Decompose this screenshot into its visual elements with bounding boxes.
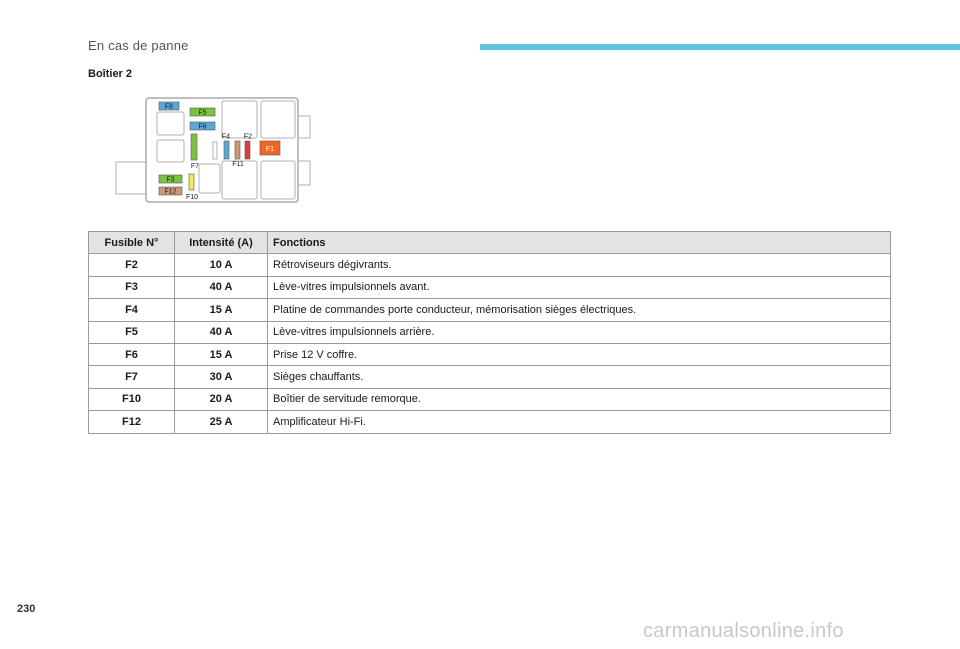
cell-function: Lève-vitres impulsionnels avant. [267,275,891,300]
table-row: F2 10 A Rétroviseurs dégivrants. [88,253,891,277]
fuse-box-diagram: F8 F5 F6 F7 F4 F11 F2 F1 F3 F12 F10 [115,97,311,203]
cell-intensity: 10 A [174,253,268,277]
table-row: F10 20 A Boîtier de servitude remorque. [88,387,891,412]
fuse-f2-label: F2 [244,134,252,141]
table-row: F12 25 A Amplificateur Hi-Fi. [88,410,891,434]
cell-intensity: 25 A [174,410,268,434]
cell-intensity: 40 A [174,320,268,344]
fuse-table: Fusible N° Intensité (A) Fonctions F2 10… [88,230,891,434]
watermark: carmanualsonline.info [643,620,844,642]
cell-fuse: F6 [88,342,175,367]
cell-fuse: F4 [88,298,175,322]
header-intensity: Intensité (A) [174,230,268,255]
fuse-f1-label: F1 [266,146,274,153]
fuse-f7-label: F7 [191,163,199,170]
section-title: Boîtier 2 [88,68,133,80]
slot-left-top [156,111,185,136]
fuse-f2 [244,140,251,160]
cell-function: Boîtier de servitude remorque. [267,387,891,412]
fuse-f10 [188,173,195,191]
slot-left-middle [156,139,185,163]
page-number: 230 [17,603,36,615]
fuse-f4-label: F4 [222,134,230,141]
header-functions: Fonctions [267,230,891,255]
cell-fuse: F7 [88,365,175,389]
header-fuse-number: Fusible N° [88,230,175,255]
box-side-tab-left [115,161,147,195]
fuse-f4 [223,140,230,160]
table-row: F3 40 A Lève-vitres impulsionnels avant. [88,275,891,300]
cell-function: Amplificateur Hi-Fi. [267,410,891,434]
cell-fuse: F2 [88,253,175,277]
fuse-f3-label: F3 [166,177,174,184]
cell-intensity: 15 A [174,342,268,367]
slot-relay-top-left [221,100,258,139]
fuse-f6-label: F6 [198,124,206,131]
fuse-f12-label: F12 [164,189,176,196]
cell-fuse: F10 [88,387,175,412]
fuse-f11-label: F11 [232,161,244,168]
table-header-row: Fusible N° Intensité (A) Fonctions [88,230,891,255]
fuse-f8-label: F8 [165,104,173,111]
fuse-f7 [190,133,198,161]
cell-fuse: F5 [88,320,175,344]
box-side-tab-right-top [296,115,311,139]
table-row: F6 15 A Prise 12 V coffre. [88,342,891,367]
cell-intensity: 30 A [174,365,268,389]
table-row: F5 40 A Lève-vitres impulsionnels arrièr… [88,320,891,344]
cell-function: Sièges chauffants. [267,365,891,389]
section-header: En cas de panne [88,38,189,53]
cell-fuse: F12 [88,410,175,434]
cell-function: Rétroviseurs dégivrants. [267,253,891,277]
slot-small [212,141,218,160]
slot-center [198,163,221,194]
cell-function: Prise 12 V coffre. [267,342,891,367]
fuse-f11 [234,140,241,160]
cell-function: Lève-vitres impulsionnels arrière. [267,320,891,344]
cell-fuse: F3 [88,275,175,300]
box-side-tab-right-bottom [296,160,311,186]
header-accent-bar [480,44,960,50]
cell-intensity: 15 A [174,298,268,322]
fuse-f5-label: F5 [198,110,206,117]
cell-intensity: 40 A [174,275,268,300]
table-row: F7 30 A Sièges chauffants. [88,365,891,389]
slot-relay-top-right [260,100,296,139]
cell-intensity: 20 A [174,387,268,412]
fuse-f10-label: F10 [186,194,198,201]
cell-function: Platine de commandes porte conducteur, m… [267,298,891,322]
slot-relay-bottom-right [260,160,296,200]
table-row: F4 15 A Platine de commandes porte condu… [88,298,891,322]
